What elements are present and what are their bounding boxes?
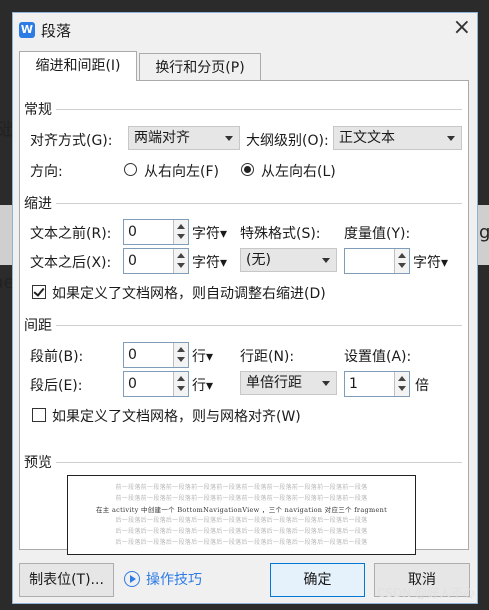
tab-line-page-breaks[interactable]: 换行和分页(P) [139, 53, 261, 81]
rtl-label[interactable]: 从右向左(F) [144, 161, 219, 181]
outline-level-select[interactable]: 正文文本 [333, 126, 462, 150]
setting-value-label: 设置值(A): [344, 349, 412, 365]
space-after-unit[interactable]: 行▾ [192, 375, 213, 395]
space-after-value: 0 [128, 376, 137, 392]
tab-stops-button[interactable]: 制表位(T)... [19, 563, 114, 597]
dialog-title: 段落 [41, 22, 72, 40]
divider [56, 462, 462, 463]
space-before-input[interactable]: 0 [123, 342, 189, 368]
alignment-select[interactable]: 两端对齐 [128, 126, 240, 150]
paragraph-preview: 前一段落前一段落前一段落前一段落前一段落前一段落前一段落前一段落前一段落前一段落… [67, 475, 416, 555]
chevron-down-icon [322, 381, 330, 386]
title-bar[interactable]: W 段落 × [13, 13, 477, 47]
spin-down-icon[interactable] [177, 263, 185, 268]
ltr-radio[interactable] [241, 163, 254, 176]
divider [56, 203, 462, 204]
space-before-unit[interactable]: 行▾ [192, 346, 213, 366]
outline-level-label: 大纲级别(O): [246, 133, 329, 149]
grid-align-checkbox[interactable] [32, 408, 46, 422]
space-before-label: 段前(B): [30, 349, 84, 365]
indent-after-label: 文本之后(X): [30, 255, 112, 271]
measure-unit[interactable]: 字符▾ [413, 252, 448, 272]
spin-up-icon[interactable] [177, 376, 185, 381]
close-icon[interactable]: × [453, 15, 471, 40]
spin-buttons[interactable] [173, 343, 188, 367]
line-spacing-label: 行距(N): [240, 349, 295, 365]
spin-down-icon[interactable] [398, 386, 406, 391]
indent-after-input[interactable]: 0 [123, 248, 189, 274]
spin-down-icon[interactable] [177, 386, 185, 391]
tab-label: 换行和分页(P) [155, 60, 245, 76]
measure-input[interactable] [344, 248, 410, 274]
spin-buttons[interactable] [394, 372, 409, 396]
preview-line: 后一段落后一段落后一段落后一段落后一段落后一段落后一段落后一段落后一段落后一段落 [115, 528, 368, 535]
divider [56, 325, 462, 326]
preview-line: 后一段落后一段落后一段落后一段落后一段落后一段落后一段落后一段落后一段落后一段落 [115, 539, 368, 546]
spin-up-icon[interactable] [177, 347, 185, 352]
indent-before-value: 0 [128, 224, 137, 240]
special-format-label: 特殊格式(S): [240, 226, 321, 242]
setting-value: 1 [349, 376, 358, 392]
spin-down-icon[interactable] [398, 263, 406, 268]
indent-before-unit[interactable]: 字符▾ [192, 223, 227, 243]
space-after-label: 段后(E): [30, 378, 83, 394]
background-strip-left [0, 205, 12, 265]
spin-buttons[interactable] [173, 372, 188, 396]
divider [56, 109, 462, 110]
tips-link[interactable]: 操作技巧 [124, 569, 202, 589]
setting-value-unit: 倍 [415, 378, 429, 394]
section-indent-title: 缩进 [24, 196, 52, 212]
tab-indent-spacing[interactable]: 缩进和间距(I) [19, 51, 137, 81]
spin-down-icon[interactable] [177, 234, 185, 239]
section-spacing-title: 间距 [24, 318, 52, 334]
spin-up-icon[interactable] [398, 376, 406, 381]
paragraph-dialog: W 段落 × 缩进和间距(I) 换行和分页(P) 常规 对齐方式(G): 两端对… [12, 12, 478, 604]
play-circle-icon [124, 571, 140, 587]
special-format-value: (无) [246, 252, 271, 268]
spin-up-icon[interactable] [177, 224, 185, 229]
direction-label: 方向: [30, 164, 63, 180]
spin-up-icon[interactable] [177, 253, 185, 258]
chevron-down-icon [322, 258, 330, 263]
measure-label: 度量值(Y): [344, 226, 411, 242]
indent-after-value: 0 [128, 253, 137, 269]
chevron-down-icon [447, 136, 455, 141]
spin-down-icon[interactable] [177, 357, 185, 362]
background-text-right: g [479, 222, 489, 243]
outline-level-value: 正文文本 [339, 130, 395, 146]
spin-buttons[interactable] [173, 249, 188, 273]
section-general-title: 常规 [24, 102, 52, 118]
space-after-input[interactable]: 0 [123, 371, 189, 397]
alignment-value: 两端对齐 [134, 130, 190, 146]
preview-sample-text: 在主 activity 中创建一个 BottomNavigationView ，… [95, 506, 387, 514]
setting-value-input[interactable]: 1 [344, 371, 410, 397]
chevron-down-icon [225, 136, 233, 141]
line-spacing-select[interactable]: 单倍行距 [240, 371, 337, 395]
wps-app-icon: W [19, 22, 35, 38]
section-preview-title: 预览 [24, 455, 52, 471]
watermark: CSDN @好人不心 [376, 586, 475, 600]
ltr-label[interactable]: 从左向右(L) [261, 161, 336, 181]
preview-line: 前一段落前一段落前一段落前一段落前一段落前一段落前一段落前一段落前一段落前一段落 [115, 495, 368, 502]
line-spacing-value: 单倍行距 [246, 375, 302, 391]
alignment-label: 对齐方式(G): [30, 133, 113, 149]
rtl-radio[interactable] [124, 163, 137, 176]
preview-line: 前一段落前一段落前一段落前一段落前一段落前一段落前一段落前一段落前一段落前一段落 [115, 484, 368, 491]
spin-buttons[interactable] [394, 249, 409, 273]
indent-before-label: 文本之前(R): [30, 226, 112, 242]
indent-before-input[interactable]: 0 [123, 219, 189, 245]
preview-line: 后一段落后一段落后一段落后一段落后一段落后一段落后一段落后一段落后一段落后一段落 [115, 517, 368, 524]
tips-link-label: 操作技巧 [146, 572, 202, 588]
indent-after-unit[interactable]: 字符▾ [192, 252, 227, 272]
space-before-value: 0 [128, 347, 137, 363]
auto-adjust-label[interactable]: 如果定义了文档网格，则自动调整右缩进(D) [52, 283, 326, 303]
grid-align-label[interactable]: 如果定义了文档网格，则与网格对齐(W) [52, 406, 301, 426]
spin-buttons[interactable] [173, 220, 188, 244]
tab-panel: 常规 对齐方式(G): 两端对齐 大纲级别(O): 正文文本 方向: 从右向左(… [19, 80, 469, 555]
special-format-select[interactable]: (无) [240, 248, 337, 272]
spin-up-icon[interactable] [398, 253, 406, 258]
auto-adjust-checkbox[interactable] [32, 285, 46, 299]
tab-label: 缩进和间距(I) [35, 58, 121, 74]
ok-button[interactable]: 确定 [270, 563, 365, 597]
